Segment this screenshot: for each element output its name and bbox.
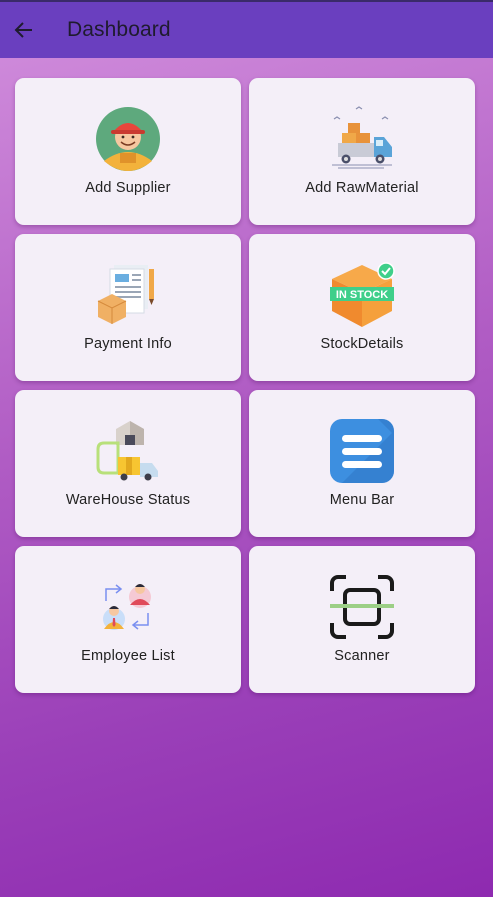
add-raw-material-card[interactable]: Add RawMaterial xyxy=(249,78,475,225)
warehouse-status-card[interactable]: WareHouse Status xyxy=(15,390,241,537)
payment-info-card[interactable]: Payment Info xyxy=(15,234,241,381)
employee-list-card[interactable]: Employee List xyxy=(15,546,241,693)
add-supplier-card[interactable]: Add Supplier xyxy=(15,78,241,225)
card-label: Add RawMaterial xyxy=(305,180,419,196)
scanner-icon xyxy=(330,575,394,639)
warehouse-icon xyxy=(96,421,158,481)
menu-bar-card[interactable]: Menu Bar xyxy=(249,390,475,537)
card-label: Add Supplier xyxy=(85,180,171,196)
employee-exchange-icon xyxy=(103,584,151,630)
payment-info-icon xyxy=(97,265,154,324)
card-label: StockDetails xyxy=(320,336,404,352)
delivery-truck-icon xyxy=(332,106,392,169)
card-label: Employee List xyxy=(81,648,175,664)
stock-details-card[interactable]: IN STOCK StockDetails xyxy=(249,234,475,381)
in-stock-icon: IN STOCK xyxy=(330,262,395,327)
card-label: Scanner xyxy=(334,648,390,664)
in-stock-badge-text: IN STOCK xyxy=(336,289,388,301)
arrow-left-icon xyxy=(14,22,32,38)
back-button[interactable] xyxy=(2,8,46,52)
dashboard-grid: Add Supplier Add RawMaterial Payment Inf… xyxy=(15,78,475,693)
supplier-icon xyxy=(96,107,160,171)
card-label: Payment Info xyxy=(84,336,172,352)
menu-icon xyxy=(330,419,394,483)
card-label: WareHouse Status xyxy=(65,492,191,508)
scanner-card[interactable]: Scanner xyxy=(249,546,475,693)
page-title: Dashboard xyxy=(67,18,171,41)
app-bar: Dashboard xyxy=(0,0,493,58)
card-label: Menu Bar xyxy=(329,492,395,508)
